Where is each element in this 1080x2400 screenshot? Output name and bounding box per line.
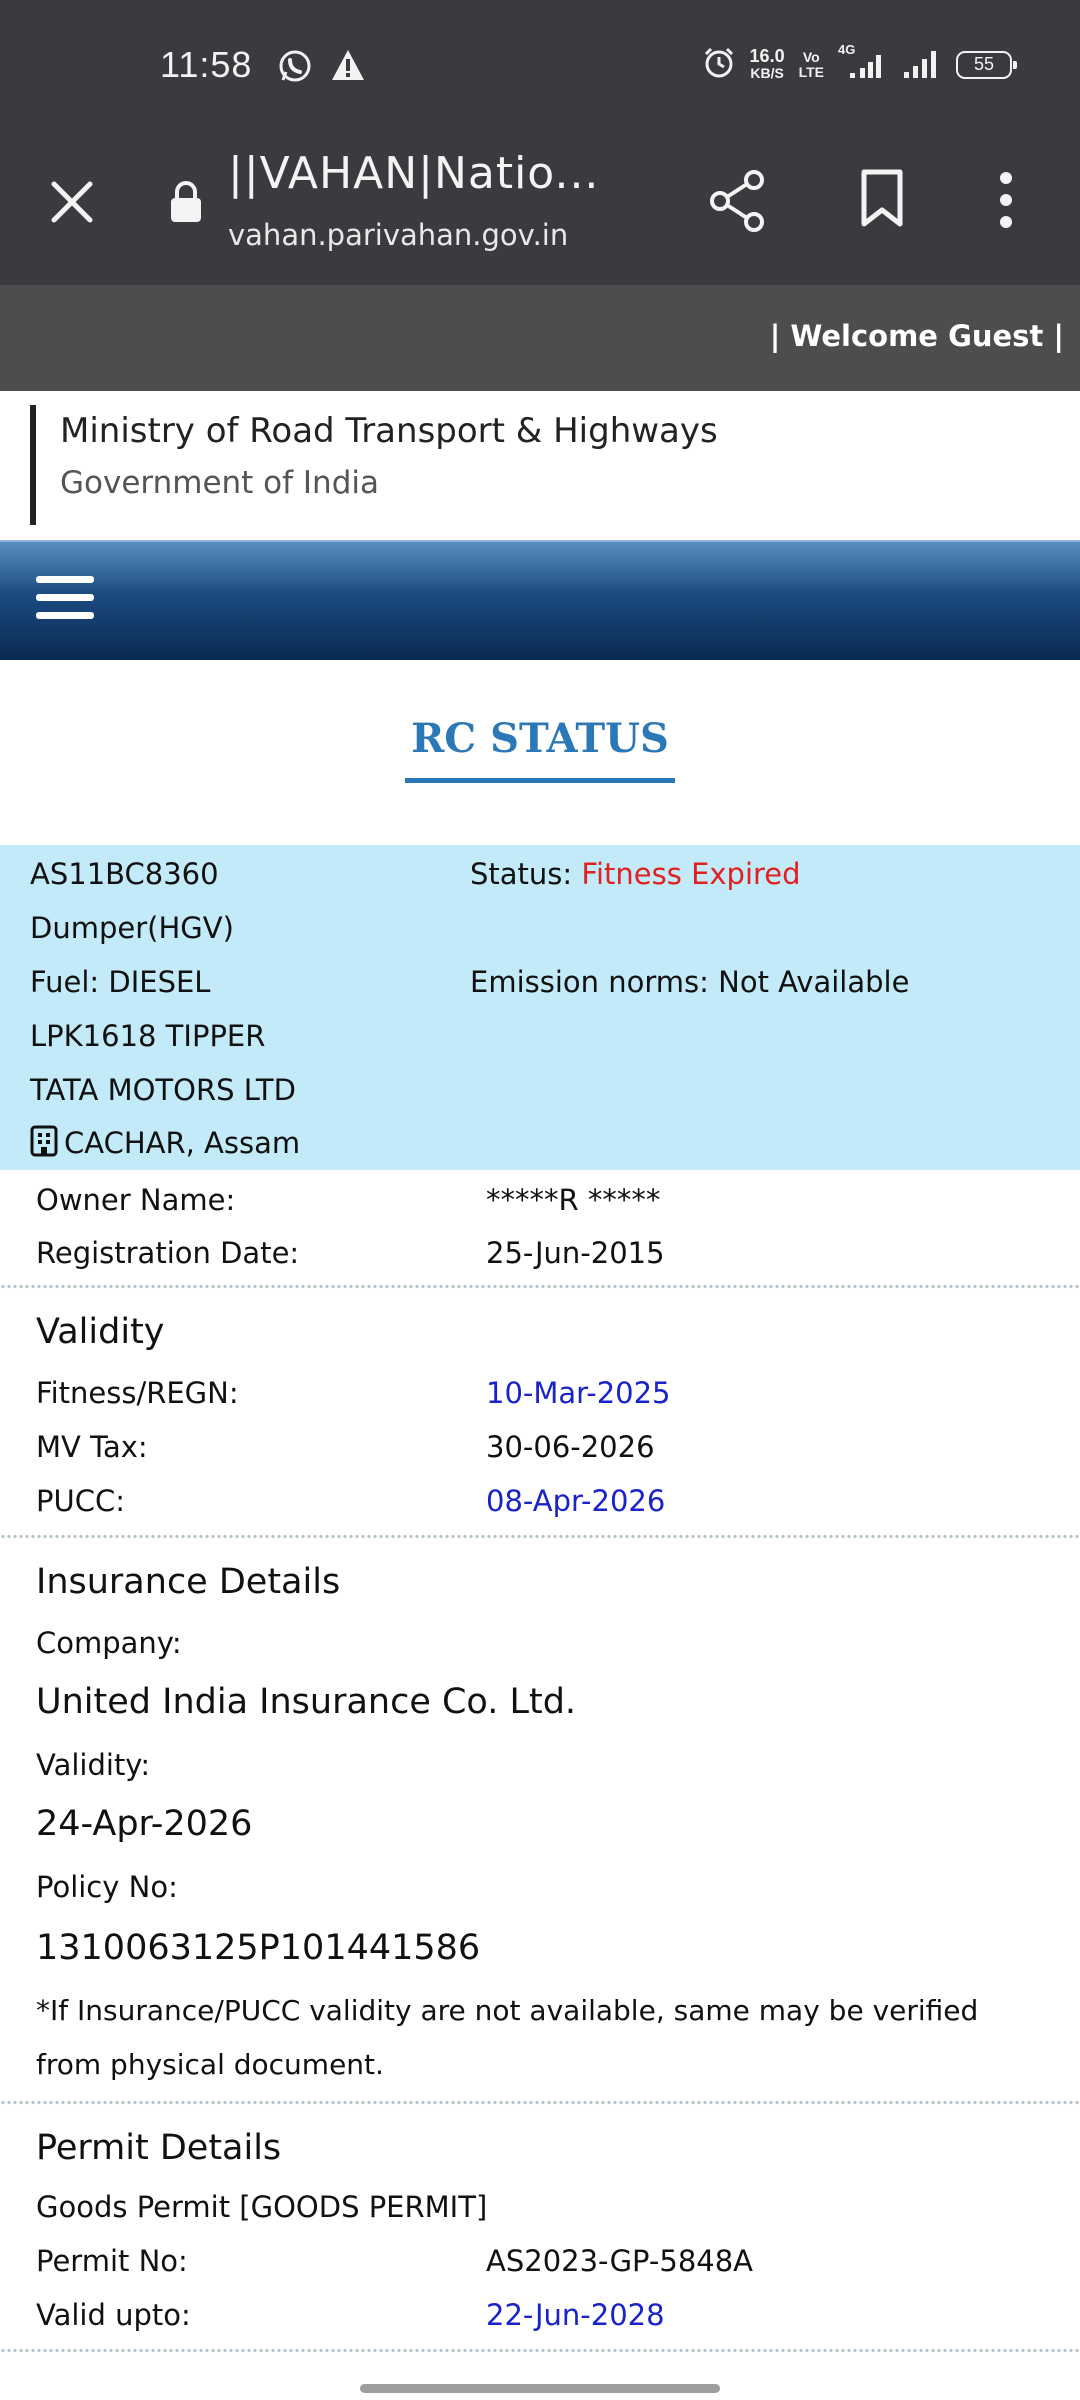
nav-bar — [0, 540, 1080, 660]
welcome-guest: | Welcome Guest | — [769, 319, 1064, 353]
whatsapp-icon — [277, 48, 313, 88]
mv-tax-value: 30-06-2026 — [486, 1430, 655, 1464]
welcome-bar: | Welcome Guest | — [0, 285, 1080, 391]
registration-date-value: 25-Jun-2015 — [486, 1236, 665, 1270]
rc-status-heading: RC STATUS — [411, 715, 669, 762]
browser-toolbar: ||VAHAN|Natio... vahan.parivahan.gov.in — [0, 138, 1080, 285]
rto-location: CACHAR, Assam — [30, 1125, 300, 1164]
pucc-value: 08-Apr-2026 — [486, 1484, 666, 1518]
battery-icon: 55 — [956, 51, 1017, 79]
alarm-icon — [702, 46, 736, 84]
lock-icon[interactable] — [168, 180, 204, 228]
registration-number: AS11BC8360 — [30, 857, 219, 891]
insurance-note-line-2: from physical document. — [36, 2048, 384, 2081]
validity-heading: Validity — [36, 1312, 165, 1352]
divider — [0, 2348, 1080, 2353]
owner-name-label: Owner Name: — [36, 1183, 236, 1217]
ministry-header: Ministry of Road Transport & Highways Go… — [30, 405, 1060, 525]
status-value: Fitness Expired — [581, 857, 801, 891]
home-indicator[interactable] — [360, 2384, 720, 2393]
network-speed: 16.0 KB/S — [749, 46, 785, 81]
divider — [0, 1534, 1080, 1539]
signal-icon-2 — [902, 46, 942, 84]
insurance-company-label: Company: — [36, 1626, 182, 1660]
share-icon[interactable] — [706, 168, 768, 238]
pucc-label: PUCC: — [36, 1484, 125, 1518]
more-options-icon[interactable] — [996, 170, 1016, 234]
status-label: Status: — [470, 857, 573, 891]
permit-valid-upto-value: 22-Jun-2028 — [486, 2298, 665, 2332]
permit-type: Goods Permit [GOODS PERMIT] — [36, 2190, 488, 2224]
signal-icon: 4G — [838, 42, 888, 84]
owner-name-value: *****R ***** — [486, 1183, 661, 1217]
permit-heading: Permit Details — [36, 2128, 282, 2168]
mv-tax-label: MV Tax: — [36, 1430, 148, 1464]
building-icon — [30, 1125, 58, 1164]
fitness-value: 10-Mar-2025 — [486, 1376, 671, 1410]
insurance-heading: Insurance Details — [36, 1562, 341, 1602]
permit-number-value: AS2023-GP-5848A — [486, 2244, 754, 2278]
fuel-type: Fuel: DIESEL — [30, 965, 211, 999]
insurance-validity-value: 24-Apr-2026 — [36, 1804, 253, 1844]
ministry-name: Ministry of Road Transport & Highways — [60, 411, 718, 451]
insurance-validity-label: Validity: — [36, 1748, 151, 1782]
bookmark-icon[interactable] — [858, 168, 906, 234]
page-title[interactable]: ||VAHAN|Natio... — [228, 148, 628, 199]
permit-number-label: Permit No: — [36, 2244, 188, 2278]
permit-valid-upto-label: Valid upto: — [36, 2298, 191, 2332]
clock: 11:58 — [160, 44, 253, 85]
policy-number-label: Policy No: — [36, 1870, 178, 1904]
government-name: Government of India — [60, 465, 379, 501]
warning-icon — [330, 48, 366, 86]
system-status-bar: 11:58 16.0 KB/S Vo LTE 4G 55 — [0, 0, 1080, 138]
menu-icon[interactable] — [36, 576, 94, 626]
heading-underline — [405, 778, 675, 783]
vehicle-maker: TATA MOTORS LTD — [30, 1073, 296, 1107]
registration-date-label: Registration Date: — [36, 1236, 300, 1270]
insurance-company-value: United India Insurance Co. Ltd. — [36, 1682, 577, 1722]
rto-text: CACHAR, Assam — [64, 1126, 301, 1160]
vehicle-model: LPK1618 TIPPER — [30, 1019, 266, 1053]
emission-norms: Emission norms: Not Available — [470, 965, 910, 999]
divider — [0, 1284, 1080, 1289]
volte-indicator: Vo LTE — [798, 49, 824, 80]
vehicle-summary: AS11BC8360 Status: Fitness Expired Dumpe… — [0, 845, 1080, 1170]
url-display[interactable]: vahan.parivahan.gov.in — [228, 218, 568, 252]
insurance-note-line-1: *If Insurance/PUCC validity are not avai… — [36, 1994, 979, 2027]
status-field: Status: Fitness Expired — [470, 857, 801, 891]
divider — [0, 2100, 1080, 2105]
vehicle-class: Dumper(HGV) — [30, 911, 234, 945]
policy-number-value: 1310063125P101441586 — [36, 1928, 481, 1968]
close-icon[interactable] — [46, 176, 98, 232]
fitness-label: Fitness/REGN: — [36, 1376, 239, 1410]
